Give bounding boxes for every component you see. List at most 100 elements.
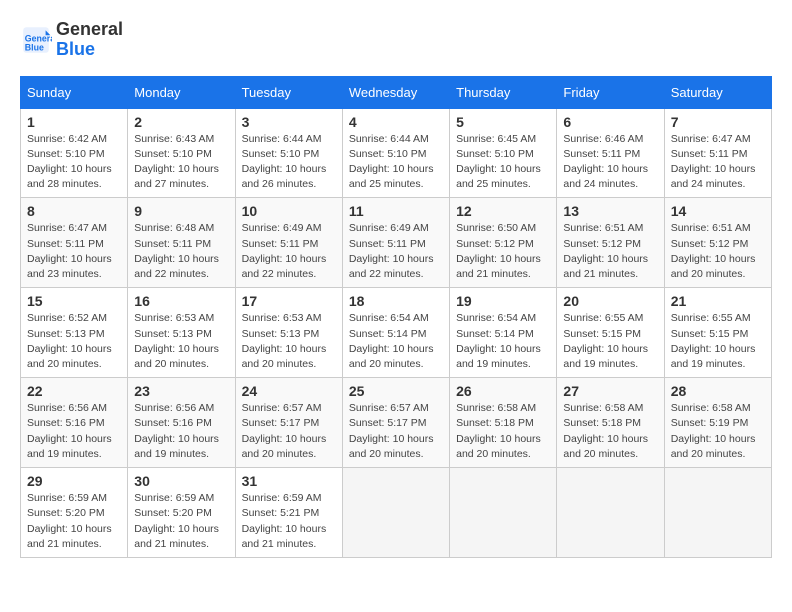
day-info: Sunrise: 6:47 AM Sunset: 5:11 PM Dayligh… [27,221,121,282]
day-info: Sunrise: 6:49 AM Sunset: 5:11 PM Dayligh… [242,221,336,282]
day-number: 21 [671,293,765,309]
day-number: 13 [563,203,657,219]
day-number: 29 [27,473,121,489]
calendar-cell: 21 Sunrise: 6:55 AM Sunset: 5:15 PM Dayl… [664,288,771,378]
day-info: Sunrise: 6:51 AM Sunset: 5:12 PM Dayligh… [671,221,765,282]
calendar-cell: 25 Sunrise: 6:57 AM Sunset: 5:17 PM Dayl… [342,378,449,468]
calendar-cell: 18 Sunrise: 6:54 AM Sunset: 5:14 PM Dayl… [342,288,449,378]
day-info: Sunrise: 6:45 AM Sunset: 5:10 PM Dayligh… [456,132,550,193]
day-info: Sunrise: 6:55 AM Sunset: 5:15 PM Dayligh… [671,311,765,372]
weekday-header-friday: Friday [557,76,664,108]
day-info: Sunrise: 6:47 AM Sunset: 5:11 PM Dayligh… [671,132,765,193]
weekday-header-monday: Monday [128,76,235,108]
calendar-cell: 10 Sunrise: 6:49 AM Sunset: 5:11 PM Dayl… [235,198,342,288]
day-number: 17 [242,293,336,309]
day-number: 19 [456,293,550,309]
calendar-cell: 2 Sunrise: 6:43 AM Sunset: 5:10 PM Dayli… [128,108,235,198]
calendar-cell: 26 Sunrise: 6:58 AM Sunset: 5:18 PM Dayl… [450,378,557,468]
day-number: 5 [456,114,550,130]
weekday-header-saturday: Saturday [664,76,771,108]
calendar-cell: 13 Sunrise: 6:51 AM Sunset: 5:12 PM Dayl… [557,198,664,288]
day-number: 26 [456,383,550,399]
day-info: Sunrise: 6:44 AM Sunset: 5:10 PM Dayligh… [242,132,336,193]
day-number: 15 [27,293,121,309]
weekday-header-tuesday: Tuesday [235,76,342,108]
svg-text:Blue: Blue [25,42,44,52]
day-number: 30 [134,473,228,489]
day-number: 28 [671,383,765,399]
calendar-week-1: 1 Sunrise: 6:42 AM Sunset: 5:10 PM Dayli… [21,108,772,198]
weekday-header-row: SundayMondayTuesdayWednesdayThursdayFrid… [21,76,772,108]
logo-blue: Blue [56,40,123,60]
calendar-cell: 12 Sunrise: 6:50 AM Sunset: 5:12 PM Dayl… [450,198,557,288]
day-number: 10 [242,203,336,219]
calendar-cell: 8 Sunrise: 6:47 AM Sunset: 5:11 PM Dayli… [21,198,128,288]
day-number: 18 [349,293,443,309]
day-number: 9 [134,203,228,219]
day-number: 12 [456,203,550,219]
calendar-cell [450,468,557,558]
day-number: 6 [563,114,657,130]
calendar-cell: 16 Sunrise: 6:53 AM Sunset: 5:13 PM Dayl… [128,288,235,378]
day-number: 31 [242,473,336,489]
calendar-cell: 23 Sunrise: 6:56 AM Sunset: 5:16 PM Dayl… [128,378,235,468]
day-info: Sunrise: 6:43 AM Sunset: 5:10 PM Dayligh… [134,132,228,193]
calendar-cell: 19 Sunrise: 6:54 AM Sunset: 5:14 PM Dayl… [450,288,557,378]
calendar-cell: 27 Sunrise: 6:58 AM Sunset: 5:18 PM Dayl… [557,378,664,468]
day-info: Sunrise: 6:56 AM Sunset: 5:16 PM Dayligh… [27,401,121,462]
calendar-cell: 3 Sunrise: 6:44 AM Sunset: 5:10 PM Dayli… [235,108,342,198]
day-info: Sunrise: 6:46 AM Sunset: 5:11 PM Dayligh… [563,132,657,193]
day-number: 24 [242,383,336,399]
day-number: 4 [349,114,443,130]
day-info: Sunrise: 6:59 AM Sunset: 5:21 PM Dayligh… [242,491,336,552]
day-number: 16 [134,293,228,309]
calendar-cell: 31 Sunrise: 6:59 AM Sunset: 5:21 PM Dayl… [235,468,342,558]
day-number: 23 [134,383,228,399]
calendar-cell [342,468,449,558]
logo: General Blue General Blue [20,20,123,60]
calendar-cell: 22 Sunrise: 6:56 AM Sunset: 5:16 PM Dayl… [21,378,128,468]
calendar-cell: 11 Sunrise: 6:49 AM Sunset: 5:11 PM Dayl… [342,198,449,288]
day-number: 11 [349,203,443,219]
calendar-cell: 24 Sunrise: 6:57 AM Sunset: 5:17 PM Dayl… [235,378,342,468]
calendar-cell: 9 Sunrise: 6:48 AM Sunset: 5:11 PM Dayli… [128,198,235,288]
weekday-header-thursday: Thursday [450,76,557,108]
calendar-week-4: 22 Sunrise: 6:56 AM Sunset: 5:16 PM Dayl… [21,378,772,468]
calendar-cell: 1 Sunrise: 6:42 AM Sunset: 5:10 PM Dayli… [21,108,128,198]
day-number: 7 [671,114,765,130]
day-info: Sunrise: 6:57 AM Sunset: 5:17 PM Dayligh… [242,401,336,462]
day-info: Sunrise: 6:54 AM Sunset: 5:14 PM Dayligh… [456,311,550,372]
day-number: 25 [349,383,443,399]
day-info: Sunrise: 6:42 AM Sunset: 5:10 PM Dayligh… [27,132,121,193]
weekday-header-sunday: Sunday [21,76,128,108]
day-info: Sunrise: 6:50 AM Sunset: 5:12 PM Dayligh… [456,221,550,282]
calendar-cell: 29 Sunrise: 6:59 AM Sunset: 5:20 PM Dayl… [21,468,128,558]
day-info: Sunrise: 6:59 AM Sunset: 5:20 PM Dayligh… [134,491,228,552]
day-number: 20 [563,293,657,309]
calendar-cell [664,468,771,558]
calendar-cell: 17 Sunrise: 6:53 AM Sunset: 5:13 PM Dayl… [235,288,342,378]
calendar-cell: 20 Sunrise: 6:55 AM Sunset: 5:15 PM Dayl… [557,288,664,378]
day-number: 1 [27,114,121,130]
day-number: 2 [134,114,228,130]
page-header: General Blue General Blue [20,20,772,60]
day-info: Sunrise: 6:44 AM Sunset: 5:10 PM Dayligh… [349,132,443,193]
day-number: 27 [563,383,657,399]
calendar-cell: 14 Sunrise: 6:51 AM Sunset: 5:12 PM Dayl… [664,198,771,288]
calendar-cell: 15 Sunrise: 6:52 AM Sunset: 5:13 PM Dayl… [21,288,128,378]
day-info: Sunrise: 6:49 AM Sunset: 5:11 PM Dayligh… [349,221,443,282]
day-number: 14 [671,203,765,219]
day-info: Sunrise: 6:57 AM Sunset: 5:17 PM Dayligh… [349,401,443,462]
calendar-week-3: 15 Sunrise: 6:52 AM Sunset: 5:13 PM Dayl… [21,288,772,378]
calendar-table: SundayMondayTuesdayWednesdayThursdayFrid… [20,76,772,558]
calendar-cell: 4 Sunrise: 6:44 AM Sunset: 5:10 PM Dayli… [342,108,449,198]
day-info: Sunrise: 6:58 AM Sunset: 5:18 PM Dayligh… [456,401,550,462]
day-info: Sunrise: 6:54 AM Sunset: 5:14 PM Dayligh… [349,311,443,372]
logo-icon: General Blue [20,24,52,56]
weekday-header-wednesday: Wednesday [342,76,449,108]
day-info: Sunrise: 6:59 AM Sunset: 5:20 PM Dayligh… [27,491,121,552]
day-info: Sunrise: 6:56 AM Sunset: 5:16 PM Dayligh… [134,401,228,462]
calendar-cell: 6 Sunrise: 6:46 AM Sunset: 5:11 PM Dayli… [557,108,664,198]
calendar-cell: 5 Sunrise: 6:45 AM Sunset: 5:10 PM Dayli… [450,108,557,198]
calendar-cell [557,468,664,558]
